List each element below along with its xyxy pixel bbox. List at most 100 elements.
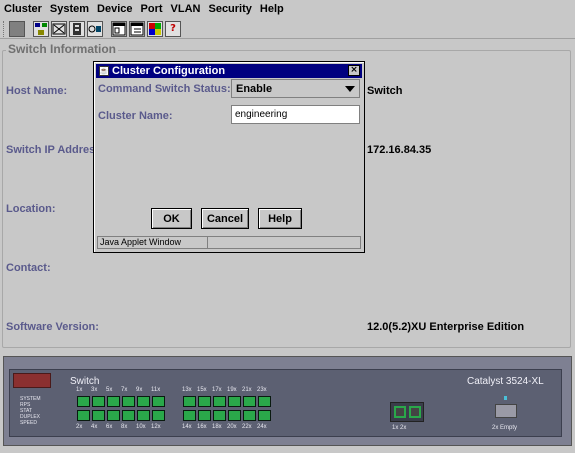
switch-port[interactable]	[228, 396, 241, 407]
empty-slot-label: 2x Empty	[492, 425, 518, 431]
port-label-top: 19x	[227, 387, 237, 393]
port-label-top: 13x	[182, 387, 192, 393]
cluster-name-input[interactable]: engineering	[231, 105, 360, 124]
gbic-port-2[interactable]	[409, 406, 421, 418]
host-name-label: Host Name:	[6, 85, 68, 97]
dialog-title: Cluster Configuration	[112, 65, 226, 77]
switch-port[interactable]	[258, 410, 271, 421]
device-model: Catalyst 3524-XL	[467, 376, 544, 387]
port-label-bottom: 22x	[242, 424, 252, 430]
menu-security[interactable]: Security	[208, 3, 251, 15]
location-label: Location:	[6, 203, 56, 215]
port-label-bottom: 4x	[91, 424, 98, 430]
empty-slot[interactable]	[495, 404, 517, 418]
port-icon[interactable]	[69, 20, 85, 37]
menu-bar: Cluster System Device Port VLAN Security…	[0, 0, 575, 18]
toolbar: ?	[0, 19, 575, 39]
switch-front-panel: Switch Catalyst 3524-XL SYSTEM RPS STAT …	[3, 356, 572, 446]
port-label-bottom: 24x	[257, 424, 267, 430]
port-label-top: 9x	[136, 387, 143, 393]
port-label-top: 17x	[212, 387, 222, 393]
port-label-top: 3x	[91, 387, 98, 393]
menu-port[interactable]: Port	[141, 3, 163, 15]
port-label-top: 15x	[197, 387, 207, 393]
switch-port[interactable]	[92, 410, 105, 421]
applet-status-bar: Java Applet Window	[97, 236, 361, 249]
chevron-down-icon[interactable]	[345, 86, 355, 92]
window-icon[interactable]	[129, 20, 145, 37]
gbic-label: 1x 2x	[392, 425, 407, 431]
command-switch-status-label: Command Switch Status:	[98, 83, 231, 95]
switch-port[interactable]	[183, 396, 196, 407]
gbic-module[interactable]	[390, 402, 424, 422]
port-label-top: 7x	[121, 387, 128, 393]
contact-label: Contact:	[6, 262, 51, 274]
dots-icon[interactable]	[9, 20, 25, 37]
dialog-title-bar[interactable]: ☕ Cluster Configuration ×	[96, 64, 362, 78]
gbic-port-1[interactable]	[394, 406, 406, 418]
switch-port[interactable]	[137, 396, 150, 407]
ok-button[interactable]: OK	[151, 208, 192, 229]
empty-slot-led	[504, 396, 507, 400]
switch-ip-label: Switch IP Address:	[6, 144, 106, 156]
switch-port[interactable]	[213, 396, 226, 407]
cluster-name-label: Cluster Name:	[98, 110, 173, 122]
led-label-speed: SPEED	[20, 420, 37, 426]
menu-system[interactable]: System	[50, 3, 89, 15]
switch-port[interactable]	[243, 396, 256, 407]
port-label-bottom: 10x	[136, 424, 146, 430]
port-label-bottom: 18x	[212, 424, 222, 430]
properties-icon[interactable]	[111, 20, 127, 37]
switch-port[interactable]	[198, 396, 211, 407]
cluster-icon[interactable]	[33, 20, 49, 37]
cisco-logo	[13, 373, 51, 388]
switch-port[interactable]	[122, 396, 135, 407]
switch-port[interactable]	[152, 410, 165, 421]
port-label-bottom: 14x	[182, 424, 192, 430]
port-label-top: 1x	[76, 387, 83, 393]
switch-port[interactable]	[183, 410, 196, 421]
switch-port[interactable]	[122, 410, 135, 421]
menu-device[interactable]: Device	[97, 3, 132, 15]
led-panel: SYSTEM RPS STAT DUPLEX SPEED	[20, 396, 58, 426]
status-divider	[207, 237, 208, 248]
port-label-top: 5x	[106, 387, 113, 393]
java-cup-icon: ☕	[99, 66, 109, 76]
switch-port[interactable]	[77, 410, 90, 421]
switch-port[interactable]	[228, 410, 241, 421]
port-label-bottom: 6x	[106, 424, 113, 430]
switch-port[interactable]	[77, 396, 90, 407]
cancel-button[interactable]: Cancel	[201, 208, 249, 229]
menu-vlan[interactable]: VLAN	[171, 3, 201, 15]
cluster-configuration-dialog: ☕ Cluster Configuration × Command Switch…	[93, 61, 365, 253]
switch-ip-value: 172.16.84.35	[367, 144, 432, 156]
applet-status-text: Java Applet Window	[100, 237, 182, 247]
software-version-label: Software Version:	[6, 321, 99, 333]
help-button[interactable]: Help	[258, 208, 302, 229]
switch-port[interactable]	[213, 410, 226, 421]
switch-port[interactable]	[107, 410, 120, 421]
device-icon[interactable]	[51, 20, 67, 37]
close-icon[interactable]: ×	[348, 65, 360, 76]
switch-port[interactable]	[198, 410, 211, 421]
switch-port[interactable]	[107, 396, 120, 407]
switch-port[interactable]	[243, 410, 256, 421]
switch-port[interactable]	[258, 396, 271, 407]
port-label-bottom: 20x	[227, 424, 237, 430]
colors-icon[interactable]	[147, 20, 163, 37]
host-name-value: Switch	[367, 85, 403, 97]
menu-help[interactable]: Help	[260, 3, 284, 15]
port-label-bottom: 8x	[121, 424, 128, 430]
command-switch-status-select[interactable]: Enable	[231, 79, 360, 98]
switch-port[interactable]	[152, 396, 165, 407]
port-label-top: 23x	[257, 387, 267, 393]
device-face: Switch Catalyst 3524-XL SYSTEM RPS STAT …	[9, 369, 562, 437]
help-icon[interactable]: ?	[165, 20, 181, 37]
group-title: Switch Information	[6, 42, 118, 56]
vlan-icon[interactable]	[87, 20, 103, 37]
switch-port[interactable]	[137, 410, 150, 421]
switch-port[interactable]	[92, 396, 105, 407]
port-label-top: 11x	[151, 387, 161, 393]
port-label-top: 21x	[242, 387, 252, 393]
menu-cluster[interactable]: Cluster	[4, 3, 42, 15]
